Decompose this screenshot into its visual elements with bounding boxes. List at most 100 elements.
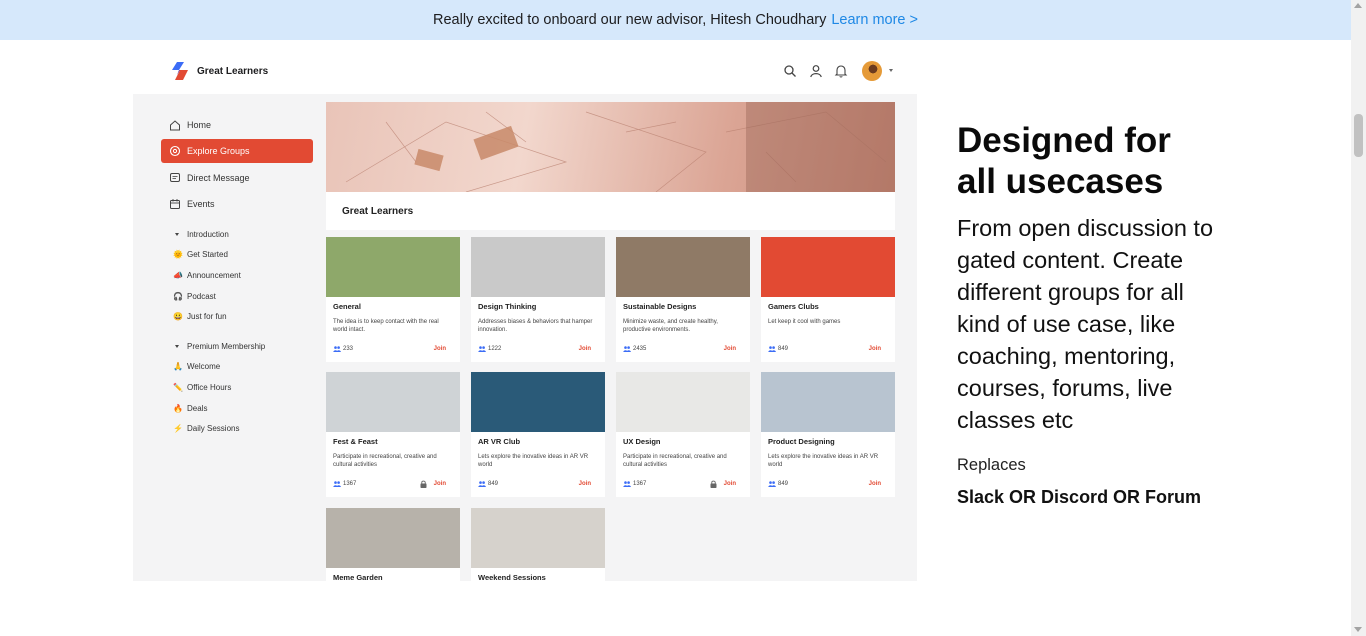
lock-icon (420, 480, 427, 488)
people-icon (478, 346, 486, 352)
group-title: Fest & Feast (333, 437, 378, 446)
join-button[interactable]: Join (724, 346, 736, 352)
channel-label: Podcast (187, 292, 216, 301)
group-description: Lets explore the inovative ideas in AR V… (478, 454, 589, 468)
megaphone-icon: 📣 (173, 271, 183, 280)
join-button[interactable]: Join (869, 346, 881, 352)
chevron-down-icon[interactable] (889, 69, 893, 72)
sidebar-item-label: Direct Message (187, 173, 250, 183)
people-icon (768, 346, 776, 352)
smile-icon: 😀 (173, 312, 183, 321)
sidebar-item-label: Events (187, 199, 215, 209)
group-card[interactable]: Meme Garden (326, 508, 460, 581)
brand-name: Great Learners (197, 66, 269, 77)
group-title: Design Thinking (478, 302, 537, 311)
channel-welcome[interactable]: 🙏 Welcome (173, 362, 220, 371)
group-title: Gamers Clubs (768, 302, 819, 311)
scroll-down-icon[interactable] (1354, 627, 1362, 632)
scrollbar-thumb[interactable] (1354, 114, 1363, 157)
member-count-value: 849 (488, 481, 499, 487)
group-card[interactable]: Gamers Clubs Let keep it cool with games 8… (761, 237, 895, 362)
group-card[interactable]: Fest & Feast Participate in recreational,… (326, 372, 460, 497)
member-count: 1367 (623, 481, 646, 487)
member-count: 2435 (623, 346, 646, 352)
group-card[interactable]: General The idea is to keep contact with … (326, 237, 460, 362)
join-button[interactable]: Join (724, 481, 736, 487)
channel-get-started[interactable]: 🌞 Get Started (173, 250, 228, 259)
home-icon (169, 119, 181, 131)
group-image (761, 372, 895, 432)
join-button[interactable]: Join (434, 346, 446, 352)
user-icon[interactable] (809, 64, 823, 78)
group-image (326, 372, 460, 432)
member-count-value: 1367 (633, 481, 647, 487)
caret-down-icon (175, 345, 179, 348)
channel-deals[interactable]: 🔥 Deals (173, 404, 207, 413)
avatar[interactable] (862, 61, 882, 81)
bell-icon[interactable] (834, 64, 848, 78)
page-scrollbar[interactable] (1351, 0, 1366, 636)
caret-down-icon (175, 233, 179, 236)
group-card[interactable]: Product Designing Lets explore the inovat… (761, 372, 895, 497)
channel-announcement[interactable]: 📣 Announcement (173, 271, 241, 280)
sidebar-item-home[interactable]: Home (161, 113, 313, 137)
scroll-up-icon[interactable] (1354, 3, 1362, 8)
group-card[interactable]: Design Thinking Addresses biases & behavi… (471, 237, 605, 362)
group-card[interactable]: Sustainable Designs Minimize waste, and c… (616, 237, 750, 362)
member-count: 849 (478, 481, 498, 487)
group-card[interactable]: Weekend Sessions (471, 508, 605, 581)
channel-daily-sessions[interactable]: ⚡ Daily Sessions (173, 424, 239, 433)
learn-more-link[interactable]: Learn more > (831, 12, 918, 28)
channel-podcast[interactable]: 🎧 Podcast (173, 292, 216, 301)
member-count: 849 (768, 481, 788, 487)
section-introduction[interactable]: Introduction (175, 230, 229, 239)
group-card[interactable]: AR VR Club Lets explore the inovative ide… (471, 372, 605, 497)
channel-label: Announcement (187, 271, 241, 280)
group-description: The idea is to keep contact with the rea… (333, 319, 439, 333)
section-premium-membership[interactable]: Premium Membership (175, 342, 265, 351)
channel-label: Deals (187, 404, 208, 413)
group-title: AR VR Club (478, 437, 521, 446)
group-image (616, 372, 750, 432)
pencil-icon: ✏️ (173, 383, 183, 392)
join-button[interactable]: Join (434, 481, 446, 487)
join-button[interactable]: Join (579, 481, 591, 487)
sidebar-item-direct-message[interactable]: Direct Message (161, 166, 313, 190)
announcement-banner: Really excited to onboard our new adviso… (0, 0, 1351, 40)
replaces-value: Slack OR Discord OR Forum (957, 487, 1202, 507)
hero-image (326, 102, 895, 192)
group-title: Sustainable Designs (623, 302, 697, 311)
people-icon (478, 481, 486, 487)
app-preview: Great Learners Home Explore Groups Direc… (133, 40, 917, 581)
group-card[interactable]: UX Design Participate in recreational, cr… (616, 372, 750, 497)
group-description: Minimize waste, and create healthy, prod… (623, 319, 718, 333)
group-image (326, 237, 460, 297)
community-title: Great Learners (342, 206, 414, 217)
channel-just-for-fun[interactable]: 😀 Just for fun (173, 312, 227, 321)
sidebar-item-explore-groups[interactable]: Explore Groups (161, 139, 313, 163)
search-icon[interactable] (783, 64, 797, 78)
group-image (471, 237, 605, 297)
group-title: Meme Garden (333, 573, 383, 581)
channel-label: Welcome (187, 362, 221, 371)
logo-icon (172, 62, 188, 80)
message-icon (169, 172, 181, 184)
join-button[interactable]: Join (869, 481, 881, 487)
sidebar-item-events[interactable]: Events (161, 192, 313, 216)
explore-icon (169, 145, 181, 157)
channel-label: Daily Sessions (187, 424, 240, 433)
headphones-icon: 🎧 (173, 292, 183, 301)
member-count-value: 849 (778, 346, 789, 352)
lightning-icon: ⚡ (173, 424, 183, 433)
join-button[interactable]: Join (579, 346, 591, 352)
people-icon (333, 346, 341, 352)
group-description: Let keep it cool with games (768, 319, 841, 325)
group-description: Participate in recreational, creative an… (623, 454, 727, 468)
sun-icon: 🌞 (173, 250, 183, 259)
calendar-icon (169, 198, 181, 210)
channel-office-hours[interactable]: ✏️ Office Hours (173, 383, 231, 392)
group-title: Product Designing (768, 437, 835, 446)
group-description: Participate in recreational, creative an… (333, 454, 437, 468)
member-count-value: 2435 (633, 346, 647, 352)
group-image (761, 237, 895, 297)
